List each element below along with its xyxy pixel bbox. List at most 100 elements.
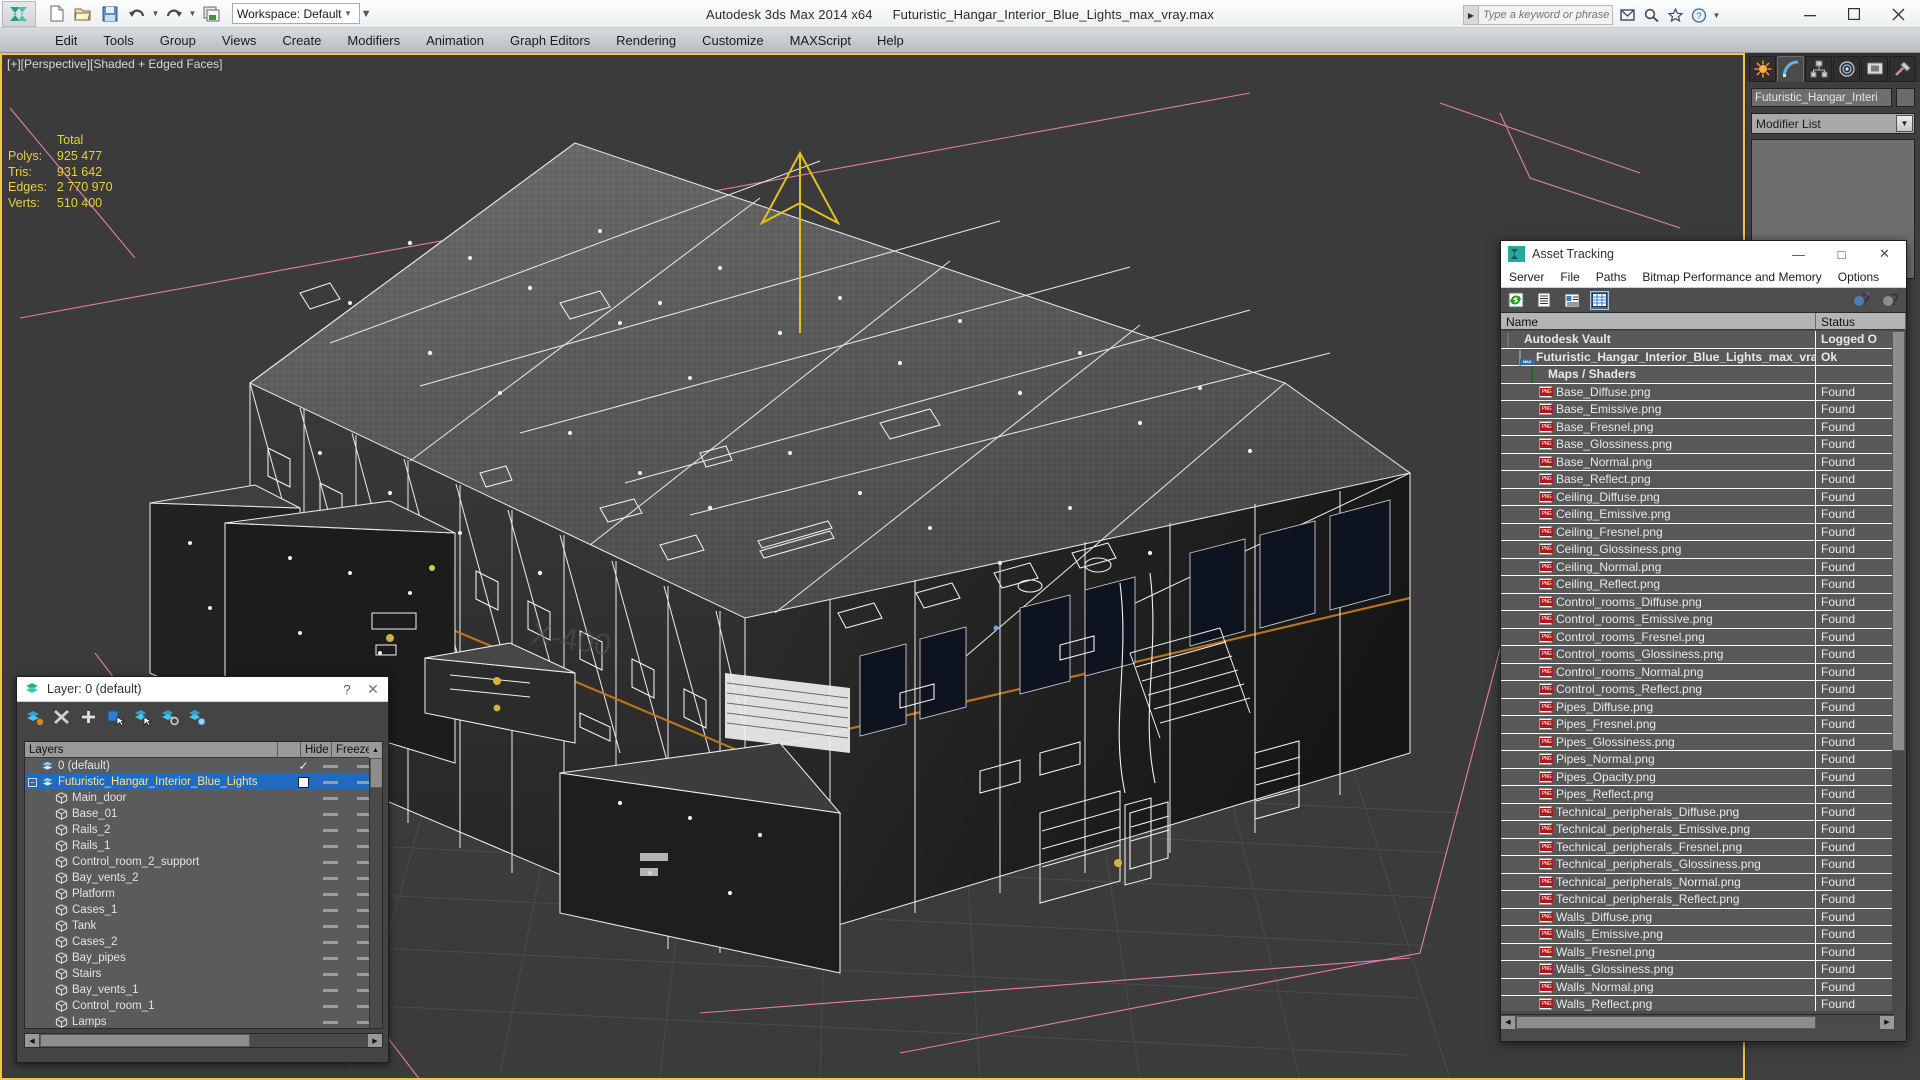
- layer-hide-cell[interactable]: [315, 860, 346, 864]
- asset-row[interactable]: Pipes_Fresnel.png Found: [1501, 715, 1894, 734]
- select-objects-in-layer-icon[interactable]: [106, 708, 125, 727]
- asset-row[interactable]: Technical_peripherals_Fresnel.png Found: [1501, 838, 1894, 856]
- menu-item-create[interactable]: Create: [269, 28, 334, 53]
- layer-row[interactable]: Control_room_2_support: [25, 854, 382, 870]
- layer-row[interactable]: Lamps: [25, 1014, 382, 1028]
- object-color-swatch[interactable]: [1896, 88, 1915, 107]
- project-folder-icon[interactable]: [199, 2, 223, 26]
- layer-hide-cell[interactable]: [315, 940, 346, 944]
- asset-menu-options[interactable]: Options: [1830, 267, 1887, 288]
- layer-visible-checkbox[interactable]: [298, 776, 309, 788]
- asset-menu-paths[interactable]: Paths: [1588, 267, 1635, 288]
- workspace-selector[interactable]: Workspace: Default ▼: [232, 3, 360, 24]
- workspace-expand-arrow-icon[interactable]: ▼: [361, 2, 372, 26]
- asset-maximize-button[interactable]: □: [1820, 241, 1863, 267]
- asset-row[interactable]: Base_Glossiness.png Found: [1501, 435, 1894, 454]
- layer-row[interactable]: 0 (default) ✓: [25, 758, 382, 774]
- menu-item-rendering[interactable]: Rendering: [603, 28, 689, 53]
- asset-row[interactable]: Base_Normal.png Found: [1501, 453, 1894, 471]
- asset-row[interactable]: Technical_peripherals_Normal.png Found: [1501, 873, 1894, 891]
- refresh-icon[interactable]: [1506, 291, 1525, 310]
- asset-row[interactable]: Control_rooms_Normal.png Found: [1501, 663, 1894, 681]
- layer-row[interactable]: Tank: [25, 918, 382, 934]
- layer-scroll-thumb[interactable]: [370, 758, 382, 788]
- layer-close-button[interactable]: ✕: [358, 681, 388, 698]
- layer-hide-cell[interactable]: [315, 796, 346, 800]
- asset-row[interactable]: Walls_Diffuse.png Found: [1501, 908, 1894, 926]
- asset-minimize-button[interactable]: —: [1777, 241, 1820, 267]
- asset-row[interactable]: Pipes_Opacity.png Found: [1501, 768, 1894, 786]
- object-name-field[interactable]: Futuristic_Hangar_Interi: [1751, 88, 1892, 107]
- asset-row[interactable]: Pipes_Normal.png Found: [1501, 750, 1894, 769]
- infocenter-icon[interactable]: [1617, 5, 1637, 25]
- tab-hierarchy[interactable]: [1805, 56, 1832, 82]
- asset-row[interactable]: Base_Reflect.png Found: [1501, 470, 1894, 489]
- asset-hscroll-right-arrow-icon[interactable]: ▶: [1880, 1015, 1894, 1029]
- layer-row[interactable]: Bay_vents_2: [25, 870, 382, 886]
- layer-visible-check-icon[interactable]: ✓: [298, 759, 308, 773]
- asset-row[interactable]: Base_Emissive.png Found: [1501, 400, 1894, 419]
- maximize-button[interactable]: [1832, 0, 1876, 28]
- asset-row[interactable]: Pipes_Reflect.png Found: [1501, 785, 1894, 804]
- layer-hide-cell[interactable]: [315, 1020, 346, 1024]
- modifier-list-dropdown[interactable]: Modifier List ▼: [1751, 113, 1915, 134]
- asset-row[interactable]: Ceiling_Normal.png Found: [1501, 558, 1894, 576]
- asset-scroll-thumb[interactable]: [1892, 331, 1905, 751]
- workspace-dropdown-arrow-icon[interactable]: ▼: [342, 9, 355, 18]
- layer-row[interactable]: Bay_vents_1: [25, 982, 382, 998]
- asset-row[interactable]: Technical_peripherals_Diffuse.png Found: [1501, 803, 1894, 821]
- asset-vertical-scrollbar[interactable]: [1892, 331, 1905, 1011]
- layer-hide-cell[interactable]: [315, 876, 346, 880]
- layer-hide-cell[interactable]: [315, 812, 346, 816]
- subscription-center-icon[interactable]: [1641, 5, 1661, 25]
- asset-row[interactable]: Autodesk Vault Logged O: [1501, 331, 1894, 349]
- layer-hscroll-left-arrow-icon[interactable]: ◀: [25, 1034, 39, 1047]
- layer-hscroll-thumb[interactable]: [40, 1034, 250, 1047]
- asset-row[interactable]: Ceiling_Reflect.png Found: [1501, 575, 1894, 594]
- menu-item-views[interactable]: Views: [209, 28, 269, 53]
- menu-item-maxscript[interactable]: MAXScript: [777, 28, 864, 53]
- layer-expander-icon[interactable]: −: [28, 777, 37, 787]
- detail-view-icon[interactable]: [1562, 291, 1581, 310]
- tab-create[interactable]: [1749, 56, 1776, 82]
- open-file-icon[interactable]: [71, 2, 95, 26]
- layer-row[interactable]: Rails_2: [25, 822, 382, 838]
- asset-row[interactable]: Futuristic_Hangar_Interior_Blue_Lights_m…: [1501, 348, 1894, 366]
- layer-row[interactable]: Main_door: [25, 790, 382, 806]
- menu-item-animation[interactable]: Animation: [413, 28, 497, 53]
- asset-row[interactable]: Control_rooms_Diffuse.png Found: [1501, 593, 1894, 611]
- search-box[interactable]: ▶: [1463, 5, 1613, 25]
- layer-row[interactable]: Cases_1: [25, 902, 382, 918]
- layer-scroll-up-arrow-icon[interactable]: ▲: [369, 742, 382, 758]
- asset-row[interactable]: Control_rooms_Reflect.png Found: [1501, 680, 1894, 699]
- help-dropdown-arrow-icon[interactable]: ▼: [1713, 3, 1721, 27]
- asset-menu-bitmap-performance[interactable]: Bitmap Performance and Memory: [1634, 267, 1829, 288]
- undo-dropdown-arrow-icon[interactable]: ▼: [152, 2, 160, 26]
- asset-close-button[interactable]: ✕: [1863, 241, 1906, 267]
- layer-list[interactable]: Layers Hide Freeze 0 (default) ✓ − Futurist…: [24, 741, 383, 1029]
- layer-hide-cell[interactable]: [315, 844, 346, 848]
- check-in-icon[interactable]: [1852, 291, 1871, 310]
- layer-row[interactable]: − Futuristic_Hangar_Interior_Blue_Lights: [25, 774, 382, 790]
- asset-menu-file[interactable]: File: [1552, 267, 1587, 288]
- asset-row[interactable]: Control_rooms_Glossiness.png Found: [1501, 645, 1894, 664]
- layer-hide-cell[interactable]: [315, 972, 346, 976]
- asset-row[interactable]: Technical_peripherals_Glossiness.png Foun…: [1501, 855, 1894, 874]
- layer-row[interactable]: Cases_2: [25, 934, 382, 950]
- menu-item-customize[interactable]: Customize: [689, 28, 776, 53]
- asset-row[interactable]: Walls_Fresnel.png Found: [1501, 943, 1894, 961]
- search-dropdown-arrow-icon[interactable]: ▶: [1464, 6, 1479, 24]
- layer-help-button[interactable]: ?: [336, 682, 358, 697]
- asset-row[interactable]: Walls_Reflect.png Found: [1501, 995, 1894, 1011]
- close-button[interactable]: [1876, 0, 1920, 28]
- asset-row[interactable]: Walls_Glossiness.png Found: [1501, 960, 1894, 979]
- layer-hide-cell[interactable]: [315, 988, 346, 992]
- viewport-label[interactable]: [+][Perspective][Shaded + Edged Faces]: [7, 57, 222, 71]
- asset-hscroll-left-arrow-icon[interactable]: ◀: [1501, 1015, 1515, 1029]
- new-file-icon[interactable]: [44, 2, 68, 26]
- asset-row[interactable]: Control_rooms_Emissive.png Found: [1501, 610, 1894, 629]
- layer-row[interactable]: Platform: [25, 886, 382, 902]
- check-out-icon[interactable]: [1881, 291, 1900, 310]
- chevron-down-icon[interactable]: ▼: [1896, 115, 1913, 132]
- menu-item-edit[interactable]: Edit: [42, 28, 90, 53]
